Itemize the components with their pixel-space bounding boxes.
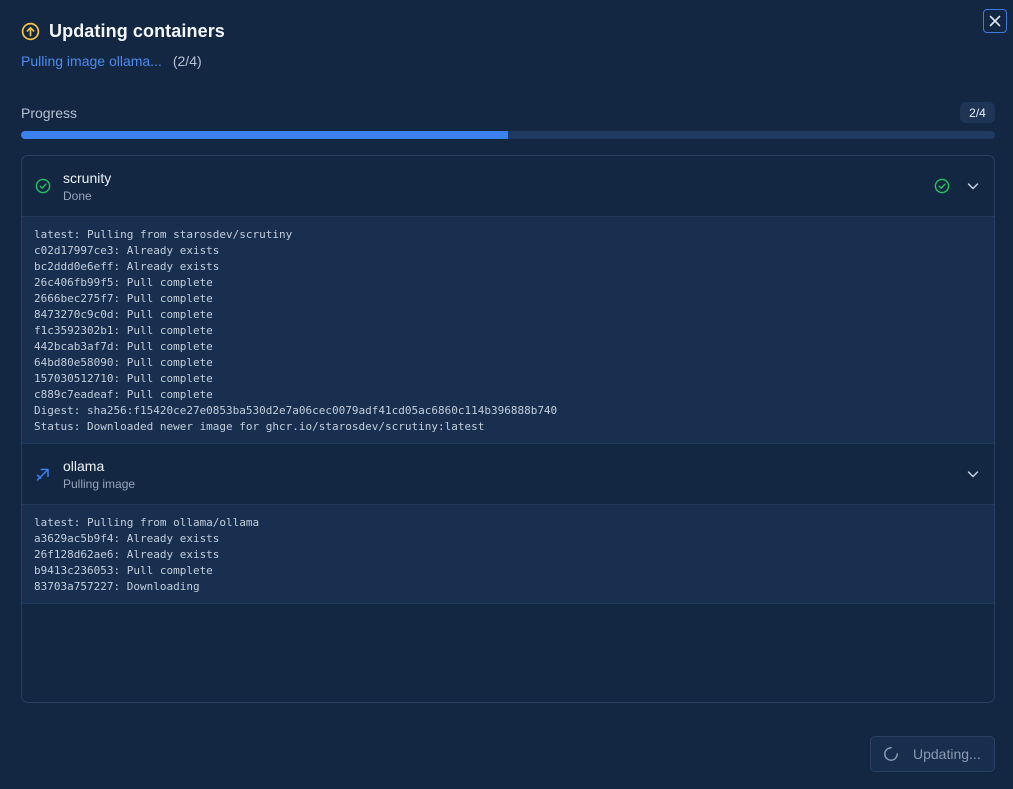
spinner-icon bbox=[883, 746, 899, 762]
log-line: latest: Pulling from ollama/ollama bbox=[34, 516, 260, 529]
check-circle-icon bbox=[35, 178, 51, 194]
updating-button[interactable]: Updating... bbox=[870, 736, 995, 772]
log-line: f1c3592302b1: Pull complete bbox=[34, 324, 213, 337]
log-line: c02d17997ce3: Already exists bbox=[34, 244, 220, 257]
title-row: Updating containers bbox=[21, 21, 225, 42]
progress-label: Progress bbox=[21, 105, 78, 121]
log-line: 442bcab3af7d: Pull complete bbox=[34, 340, 213, 353]
container-name: scrunity bbox=[63, 169, 112, 186]
chevron-down-icon[interactable] bbox=[966, 179, 980, 193]
container-text: ollama Pulling image bbox=[63, 458, 966, 491]
container-item-ollama: ollama Pulling image latest: Pulling fro… bbox=[22, 444, 994, 604]
container-log: latest: Pulling from ollama/ollama a3629… bbox=[22, 505, 994, 604]
current-step-text: Pulling image ollama... bbox=[21, 53, 162, 69]
dialog-title: Updating containers bbox=[49, 21, 225, 41]
log-line: 26f128d62ae6: Already exists bbox=[34, 548, 220, 561]
log-line: b9413c236053: Pull complete bbox=[34, 564, 213, 577]
log-line: bc2ddd0e6eff: Already exists bbox=[34, 260, 220, 273]
log-line: 26c406fb99f5: Pull complete bbox=[34, 276, 213, 289]
log-line: 2666bec275f7: Pull complete bbox=[34, 292, 213, 305]
containers-panel: scrunity Done latest: Pulling from staro… bbox=[21, 155, 995, 703]
log-line: 157030512710: Pull complete bbox=[34, 372, 213, 385]
log-line: 83703a757227: Downloading bbox=[34, 580, 200, 593]
container-actions bbox=[934, 178, 980, 194]
container-log: latest: Pulling from starosdev/scrutiny … bbox=[22, 217, 994, 444]
close-icon bbox=[989, 15, 1001, 27]
log-line: c889c7eadeaf: Pull complete bbox=[34, 388, 213, 401]
arrow-up-circle-icon bbox=[21, 22, 40, 41]
download-arrow-icon bbox=[35, 466, 51, 482]
dialog-header: Updating containers Pulling image ollama… bbox=[21, 21, 225, 69]
log-line: a3629ac5b9f4: Already exists bbox=[34, 532, 220, 545]
check-circle-icon bbox=[934, 178, 950, 194]
dialog-subtitle: Pulling image ollama... (2/4) bbox=[21, 53, 225, 69]
container-header[interactable]: ollama Pulling image bbox=[22, 444, 994, 505]
log-line: latest: Pulling from starosdev/scrutiny bbox=[34, 228, 293, 241]
progress-bar bbox=[21, 131, 995, 139]
container-header[interactable]: scrunity Done bbox=[22, 156, 994, 217]
log-line: 64bd80e58090: Pull complete bbox=[34, 356, 213, 369]
step-count: (2/4) bbox=[172, 53, 202, 69]
container-actions bbox=[966, 467, 980, 481]
container-name: ollama bbox=[63, 457, 105, 474]
progress-badge: 2/4 bbox=[960, 102, 995, 123]
log-line: 8473270c9c0d: Pull complete bbox=[34, 308, 213, 321]
container-status: Done bbox=[63, 188, 92, 203]
log-line: Digest: sha256:f15420ce27e0853ba530d2e7a… bbox=[34, 404, 558, 417]
container-item-scrunity: scrunity Done latest: Pulling from staro… bbox=[22, 156, 994, 444]
container-text: scrunity Done bbox=[63, 170, 934, 203]
log-line: Status: Downloaded newer image for ghcr.… bbox=[34, 420, 485, 433]
close-button[interactable] bbox=[983, 9, 1007, 33]
container-status: Pulling image bbox=[63, 476, 136, 491]
updating-button-label: Updating... bbox=[913, 746, 981, 762]
chevron-down-icon[interactable] bbox=[966, 467, 980, 481]
progress-bar-fill bbox=[21, 131, 508, 139]
